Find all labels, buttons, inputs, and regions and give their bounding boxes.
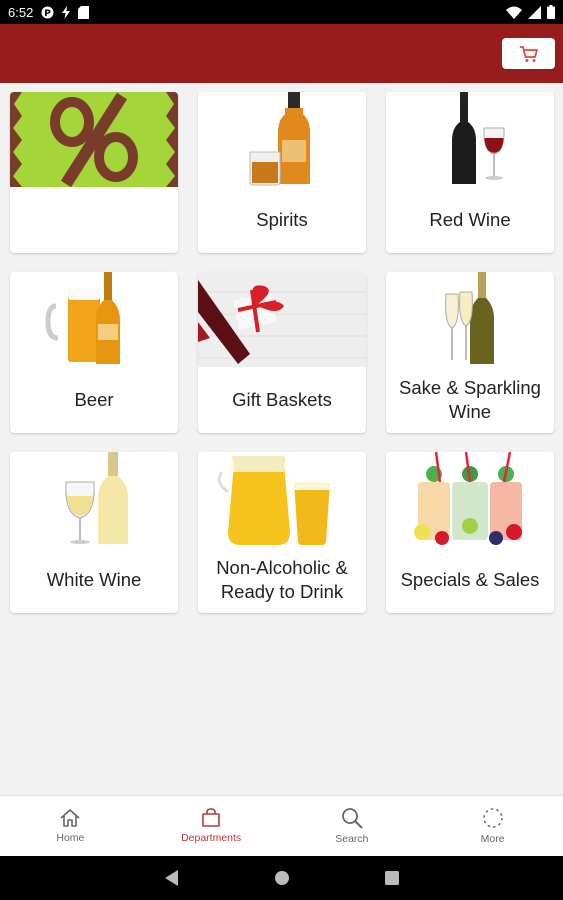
- app-bar: [0, 24, 563, 83]
- search-icon: [341, 808, 363, 829]
- shopping-bag-icon: [202, 808, 220, 827]
- category-image: [10, 452, 178, 547]
- spirits-bottle-icon: [249, 92, 310, 186]
- gift-basket-icon: [198, 272, 366, 367]
- shopping-cart-icon: [519, 45, 538, 62]
- home-icon: [60, 809, 80, 827]
- category-label: Sake & Sparkling Wine: [399, 377, 541, 422]
- category-image: [386, 452, 554, 547]
- category-card-specials[interactable]: Specials & Sales: [386, 452, 554, 613]
- beer-icon: [45, 272, 120, 364]
- juice-pitcher-icon: [217, 456, 330, 545]
- category-image: [10, 92, 178, 187]
- nav-search[interactable]: Search: [282, 796, 423, 856]
- category-label: Spirits: [256, 209, 308, 230]
- category-label: Red Wine: [429, 209, 511, 230]
- category-card-red-wine[interactable]: Red Wine: [386, 92, 554, 253]
- category-label: Beer: [74, 389, 114, 410]
- category-image: [386, 92, 554, 187]
- svg-text:P: P: [45, 9, 52, 19]
- charging-icon: [62, 5, 71, 19]
- category-card-gift-baskets[interactable]: Gift Baskets: [198, 272, 366, 433]
- category-label: White Wine: [46, 569, 142, 590]
- nav-more[interactable]: More: [422, 796, 563, 856]
- category-image: [10, 272, 178, 367]
- category-card-beer[interactable]: Beer: [10, 272, 178, 433]
- category-image: [386, 272, 554, 367]
- nav-more-label: More: [480, 833, 505, 845]
- sd-card-icon: [78, 5, 90, 19]
- recents-icon[interactable]: [384, 871, 399, 885]
- bottom-navigation: Home Departments Search More: [0, 795, 563, 856]
- battery-icon: [547, 5, 555, 19]
- nav-home-label: Home: [56, 832, 85, 844]
- system-navigation-bar: [0, 856, 563, 900]
- category-image: [198, 272, 366, 367]
- status-bar: 6:52 P: [0, 0, 563, 24]
- home-circle-icon[interactable]: [274, 870, 290, 886]
- wifi-icon: [506, 6, 522, 19]
- white-wine-icon: [65, 452, 128, 544]
- status-time: 6:52: [8, 4, 34, 20]
- percent-discount-icon: [10, 92, 178, 187]
- category-card-white-wine[interactable]: White Wine: [10, 452, 178, 613]
- category-card-spirits[interactable]: Spirits: [198, 92, 366, 253]
- category-card-non-alcoholic[interactable]: Non-Alcoholic & Ready to Drink: [198, 452, 366, 613]
- cart-button[interactable]: [502, 38, 555, 69]
- nav-home[interactable]: Home: [0, 796, 141, 856]
- category-label: [14, 192, 174, 248]
- category-image: [198, 452, 366, 547]
- category-card-deals[interactable]: [10, 92, 178, 253]
- category-label: Gift Baskets: [232, 389, 332, 410]
- more-icon: [482, 808, 503, 828]
- signal-icon: [528, 5, 541, 19]
- nav-departments-label: Departments: [181, 832, 242, 844]
- category-image: [198, 92, 366, 187]
- notification-p-icon: P: [41, 6, 54, 19]
- cocktail-glasses-icon: [414, 452, 522, 545]
- red-wine-bottle-icon: [452, 92, 505, 184]
- category-label: Non-Alcoholic & Ready to Drink: [216, 557, 348, 602]
- nav-departments[interactable]: Departments: [141, 796, 282, 856]
- back-icon[interactable]: [164, 870, 179, 886]
- nav-search-label: Search: [335, 833, 369, 845]
- category-label: Specials & Sales: [400, 569, 540, 590]
- category-card-sake-sparkling[interactable]: Sake & Sparkling Wine: [386, 272, 554, 433]
- sparkling-wine-icon: [445, 272, 494, 364]
